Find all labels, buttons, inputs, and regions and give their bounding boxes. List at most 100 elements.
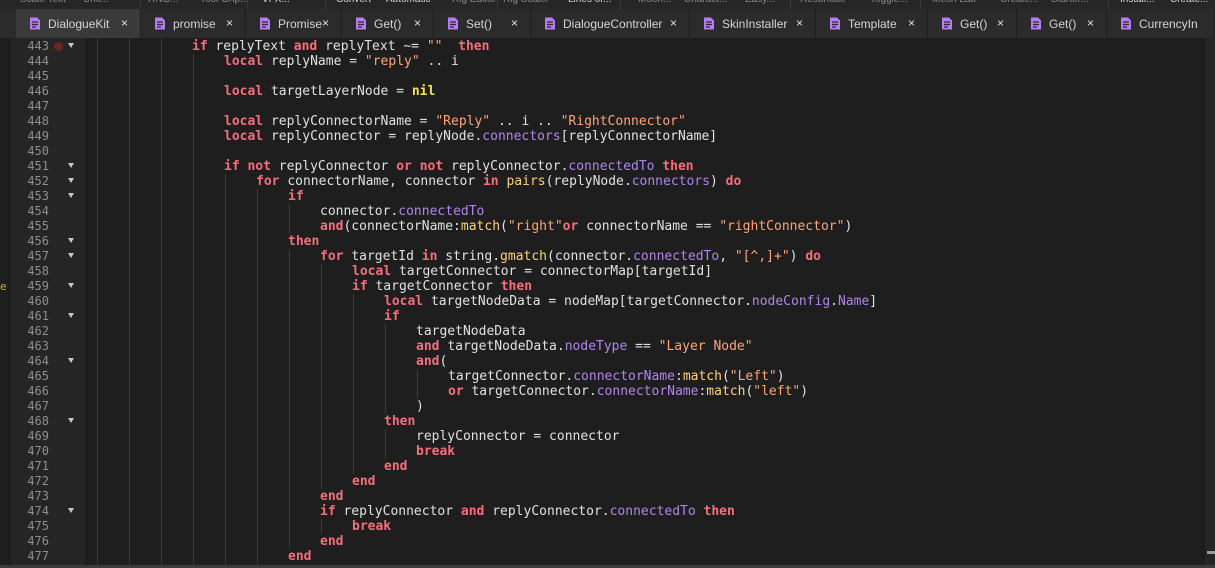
code-line[interactable]: then: [85, 234, 1205, 249]
code-line[interactable]: end: [85, 474, 1205, 489]
fold-arrow-icon[interactable]: [68, 43, 74, 48]
toolbar-button[interactable]: Install...: [1120, 0, 1154, 5]
gutter-row[interactable]: 444: [11, 54, 85, 69]
vertical-scrollbar[interactable]: [1205, 38, 1215, 565]
gutter-row[interactable]: 457: [11, 249, 85, 264]
code-line[interactable]: [85, 99, 1205, 114]
fold-arrow-icon[interactable]: [68, 508, 74, 513]
gutter-row[interactable]: 448: [11, 114, 85, 129]
fold-arrow-icon[interactable]: [68, 193, 74, 198]
toolbar-button[interactable]: Automatic: [386, 0, 430, 5]
code-line[interactable]: [85, 69, 1205, 84]
code-line[interactable]: or targetConnector.connectorName:match("…: [85, 384, 1205, 399]
toolbar-button[interactable]: Toggle...: [870, 0, 908, 5]
code-line[interactable]: ): [85, 399, 1205, 414]
gutter-row[interactable]: 447: [11, 99, 85, 114]
toolbar-button[interactable]: RNG...: [148, 0, 179, 5]
gutter-row[interactable]: 459: [11, 279, 85, 294]
code-editor[interactable]: if replyText and replyText ~= "" then loc…: [85, 38, 1205, 565]
code-line[interactable]: and targetNodeData.nodeType == "Layer No…: [85, 339, 1205, 354]
gutter-row[interactable]: 455: [11, 219, 85, 234]
code-line[interactable]: local targetNodeData = nodeMap[targetCon…: [85, 294, 1205, 309]
toolbar-button[interactable]: Mesh Lab: [932, 0, 976, 5]
gutter-row[interactable]: 460: [11, 294, 85, 309]
close-icon[interactable]: ×: [1087, 16, 1094, 30]
toolbar-button[interactable]: Rig Editor: [452, 0, 496, 5]
toolbar-button[interactable]: Lines of...: [568, 0, 611, 5]
gutter-row[interactable]: 464: [11, 354, 85, 369]
toolbar-button[interactable]: Easy...: [745, 0, 775, 5]
toolbar-button[interactable]: VFX...: [262, 0, 290, 5]
code-line[interactable]: for targetId in string.gmatch(connector.…: [85, 249, 1205, 264]
gutter-row[interactable]: 472: [11, 474, 85, 489]
gutter-row[interactable]: 454: [11, 204, 85, 219]
code-line[interactable]: for connectorName, connector in pairs(re…: [85, 174, 1205, 189]
gutter-row[interactable]: 461: [11, 309, 85, 324]
toolbar-button[interactable]: Unit...: [83, 0, 109, 5]
gutter-row[interactable]: 446: [11, 84, 85, 99]
code-line[interactable]: end: [85, 549, 1205, 564]
code-line[interactable]: end: [85, 459, 1205, 474]
scrollbar-thumb[interactable]: [1207, 551, 1215, 554]
gutter-row[interactable]: 452: [11, 174, 85, 189]
gutter-row[interactable]: 475: [11, 519, 85, 534]
code-line[interactable]: targetNodeData: [85, 324, 1205, 339]
gutter-row[interactable]: 445: [11, 69, 85, 84]
code-line[interactable]: end: [85, 489, 1205, 504]
line-number-gutter[interactable]: 443 444 445 446 447 448 449 450 451 452 453 454 455 4…: [11, 38, 85, 565]
gutter-row[interactable]: 453: [11, 189, 85, 204]
tab-get[interactable]: Get() ×: [1017, 9, 1107, 38]
code-line[interactable]: then: [85, 414, 1205, 429]
gutter-row[interactable]: 450: [11, 144, 85, 159]
tab-get[interactable]: Get() ×: [928, 9, 1017, 38]
gutter-row[interactable]: 449: [11, 129, 85, 144]
code-line[interactable]: local targetConnector = connectorMap[tar…: [85, 264, 1205, 279]
code-line[interactable]: if not replyConnector or not replyConnec…: [85, 159, 1205, 174]
tab-currencyin[interactable]: CurrencyIn×: [1107, 9, 1215, 38]
toolbar-button[interactable]: Resurface: [800, 0, 846, 5]
code-line[interactable]: connector.connectedTo: [85, 204, 1205, 219]
tab-dialoguecontroller[interactable]: DialogueController ×: [531, 9, 690, 38]
close-icon[interactable]: ×: [908, 16, 915, 30]
tab-dialoguekit[interactable]: DialogueKit ×: [16, 9, 141, 38]
toolbar-button[interactable]: Rig Scaler: [503, 0, 549, 5]
tab-promise[interactable]: promise ×: [141, 9, 246, 38]
fold-arrow-icon[interactable]: [68, 163, 74, 168]
gutter-row[interactable]: 465: [11, 369, 85, 384]
gutter-row[interactable]: 456: [11, 234, 85, 249]
gutter-row[interactable]: 469: [11, 429, 85, 444]
gutter-row[interactable]: 462: [11, 324, 85, 339]
close-icon[interactable]: ×: [121, 16, 128, 30]
gutter-row[interactable]: 471: [11, 459, 85, 474]
toolbar-button[interactable]: Starter...: [1051, 0, 1089, 5]
gutter-row[interactable]: 470: [11, 444, 85, 459]
code-line[interactable]: if: [85, 309, 1205, 324]
close-icon[interactable]: ×: [414, 16, 421, 30]
toolbar-button[interactable]: Create...: [1170, 0, 1208, 5]
toolbar-button[interactable]: Charact...: [684, 0, 727, 5]
tab-promise[interactable]: Promise ×: [246, 9, 342, 38]
code-line[interactable]: if targetConnector then: [85, 279, 1205, 294]
fold-arrow-icon[interactable]: [68, 418, 74, 423]
code-line[interactable]: [85, 144, 1205, 159]
fold-arrow-icon[interactable]: [68, 253, 74, 258]
tab-set[interactable]: Set() ×: [434, 9, 531, 38]
code-line[interactable]: and(: [85, 354, 1205, 369]
toolbar-button[interactable]: Create...: [1000, 0, 1038, 5]
code-line[interactable]: if replyConnector and replyConnector.con…: [85, 504, 1205, 519]
code-line[interactable]: replyConnector = connector: [85, 429, 1205, 444]
fold-arrow-icon[interactable]: [68, 358, 74, 363]
code-line[interactable]: targetConnector.connectorName:match("Lef…: [85, 369, 1205, 384]
gutter-row[interactable]: 443: [11, 39, 85, 54]
gutter-row[interactable]: 451: [11, 159, 85, 174]
fold-arrow-icon[interactable]: [68, 313, 74, 318]
fold-arrow-icon[interactable]: [68, 238, 74, 243]
gutter-row[interactable]: 477: [11, 549, 85, 564]
gutter-row[interactable]: 458: [11, 264, 85, 279]
code-line[interactable]: local targetLayerNode = nil: [85, 84, 1205, 99]
breakpoint-icon[interactable]: [54, 42, 63, 51]
close-icon[interactable]: ×: [511, 16, 518, 30]
code-line[interactable]: and(connectorName:match("right"or connec…: [85, 219, 1205, 234]
tab-template[interactable]: Template ×: [816, 9, 928, 38]
fold-arrow-icon[interactable]: [68, 283, 74, 288]
